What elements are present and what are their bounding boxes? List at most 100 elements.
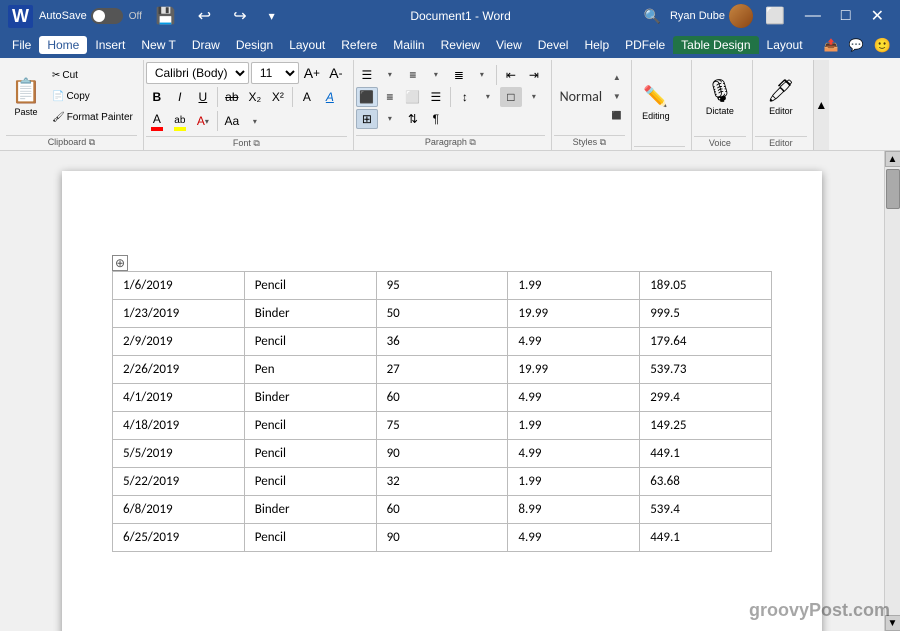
styles-label: Styles ⧉ bbox=[554, 135, 625, 148]
styles-expand-button[interactable]: ⬛ bbox=[610, 109, 624, 123]
table-row: 5/22/2019Pencil321.9963.68 bbox=[113, 468, 772, 496]
close-button[interactable]: ✕ bbox=[863, 4, 892, 28]
minimize-button[interactable]: — bbox=[797, 5, 829, 27]
align-left-button[interactable]: ⬛ bbox=[356, 87, 378, 107]
search-button[interactable]: 🔍 bbox=[639, 6, 666, 27]
menu-pdfflex[interactable]: PDFele bbox=[617, 36, 673, 54]
decrease-font-button[interactable]: A- bbox=[325, 62, 347, 84]
clear-format-button[interactable]: A bbox=[296, 86, 318, 108]
menu-design[interactable]: Design bbox=[228, 36, 281, 54]
line-spacing-button[interactable]: ↕ bbox=[454, 87, 476, 107]
customize-qat-button[interactable]: ▾ bbox=[261, 7, 283, 25]
menu-review[interactable]: Review bbox=[433, 36, 488, 54]
cut-button[interactable]: ✂ Cut bbox=[48, 65, 137, 85]
styles-expand-icon[interactable]: ⧉ bbox=[600, 137, 606, 147]
menu-file[interactable]: File bbox=[4, 36, 39, 54]
styles-up-button[interactable]: ▲ bbox=[610, 71, 624, 85]
table-cell: 27 bbox=[376, 356, 508, 384]
menu-home[interactable]: Home bbox=[39, 36, 87, 54]
bold-button[interactable]: B bbox=[146, 86, 168, 108]
bullets-button[interactable]: ☰ bbox=[356, 65, 378, 85]
ribbon-group-editor: 🖊 Editor Editor bbox=[753, 60, 813, 150]
ribbon-collapse-button[interactable]: ▲ bbox=[813, 60, 829, 150]
menu-draw[interactable]: Draw bbox=[184, 36, 228, 54]
menu-table-layout[interactable]: Layout bbox=[759, 36, 811, 54]
dictate-button[interactable]: 🎙 Dictate bbox=[694, 71, 746, 123]
line-spacing-dropdown[interactable]: ▾ bbox=[477, 87, 499, 107]
clipboard-expand-icon[interactable]: ⧉ bbox=[89, 137, 95, 147]
menu-help[interactable]: Help bbox=[576, 36, 617, 54]
editor-button[interactable]: 🖊 Editor bbox=[755, 71, 807, 123]
multilevel-button[interactable]: ≣ bbox=[448, 65, 470, 85]
table-move-handle[interactable]: ⊕ bbox=[112, 255, 128, 271]
table-cell: 1.99 bbox=[508, 412, 640, 440]
italic-button[interactable]: I bbox=[169, 86, 191, 108]
font-name-dropdown[interactable]: Calibri (Body) bbox=[146, 62, 249, 84]
increase-indent-button[interactable]: ⇥ bbox=[523, 65, 545, 85]
font-name-row: Calibri (Body) 11 A+ A- bbox=[146, 62, 347, 84]
ribbon-display-button[interactable]: ⬜ bbox=[757, 4, 793, 28]
decrease-indent-button[interactable]: ⇤ bbox=[500, 65, 522, 85]
change-case-dropdown[interactable]: ▾ bbox=[244, 110, 266, 132]
save-button[interactable]: 💾 bbox=[148, 4, 184, 28]
subscript-button[interactable]: X₂ bbox=[244, 86, 266, 108]
text-color2-button[interactable]: A ▾ bbox=[192, 110, 214, 132]
strikethrough-button[interactable]: ab bbox=[221, 86, 243, 108]
align-center-button[interactable]: ≡ bbox=[379, 87, 401, 107]
underline-button[interactable]: U bbox=[192, 86, 214, 108]
change-case-button[interactable]: Aa bbox=[221, 110, 243, 132]
numbering-button[interactable]: ≡ bbox=[402, 65, 424, 85]
format-painter-button[interactable]: 🖌 Format Painter bbox=[48, 108, 137, 128]
increase-font-button[interactable]: A+ bbox=[301, 62, 323, 84]
table-cell: Pencil bbox=[244, 412, 376, 440]
font-color-button[interactable]: A bbox=[146, 110, 168, 132]
autosave-toggle[interactable] bbox=[91, 8, 123, 24]
menu-developer[interactable]: Devel bbox=[530, 36, 577, 54]
comments-button[interactable]: 💬 bbox=[844, 36, 869, 54]
align-right-button[interactable]: ⬜ bbox=[402, 87, 424, 107]
text-effects-button[interactable]: A bbox=[319, 86, 341, 108]
justify-button[interactable]: ☰ bbox=[425, 87, 447, 107]
styles-normal-button[interactable]: Normal bbox=[554, 71, 608, 123]
menu-layout-page[interactable]: Layout bbox=[281, 36, 333, 54]
redo-button[interactable]: ↪ bbox=[225, 4, 254, 28]
shading-dropdown[interactable]: ▾ bbox=[523, 87, 545, 107]
highlight-color-button[interactable]: ab bbox=[169, 110, 191, 132]
paragraph-expand-icon[interactable]: ⧉ bbox=[469, 137, 475, 147]
show-formatting-button[interactable]: ¶ bbox=[425, 109, 447, 129]
share-button[interactable]: 📤 bbox=[819, 36, 844, 54]
editing-button[interactable]: ✏️ Editing bbox=[634, 76, 678, 128]
table-cell: 95 bbox=[376, 272, 508, 300]
font-expand-icon[interactable]: ⧉ bbox=[253, 138, 259, 148]
microphone-icon: 🎙 bbox=[706, 78, 734, 104]
emoji-button[interactable]: 🙂 bbox=[869, 35, 896, 56]
menu-insert[interactable]: Insert bbox=[87, 36, 133, 54]
menu-newt[interactable]: New T bbox=[133, 36, 183, 54]
scroll-up-button[interactable]: ▲ bbox=[885, 151, 900, 167]
table-cell: 90 bbox=[376, 440, 508, 468]
font-size-dropdown[interactable]: 11 bbox=[251, 62, 299, 84]
menu-references[interactable]: Refere bbox=[333, 36, 385, 54]
shading-button[interactable]: □ bbox=[500, 87, 522, 107]
table-cell: 75 bbox=[376, 412, 508, 440]
paste-button[interactable]: 📋 Paste bbox=[6, 65, 46, 129]
styles-down-button[interactable]: ▼ bbox=[610, 90, 624, 104]
numbering-dropdown[interactable]: ▾ bbox=[425, 65, 447, 85]
chevron-down-icon: ▾ bbox=[205, 117, 209, 126]
clipboard-small-group: ✂ Cut 📄 Copy 🖌 Format Painter bbox=[48, 65, 137, 129]
undo-button[interactable]: ↩ bbox=[190, 4, 219, 28]
menu-mailings[interactable]: Mailin bbox=[385, 36, 432, 54]
scroll-thumb[interactable] bbox=[886, 169, 900, 209]
borders-dropdown[interactable]: ▾ bbox=[379, 109, 401, 129]
menu-view[interactable]: View bbox=[488, 36, 530, 54]
menu-table-design[interactable]: Table Design bbox=[673, 36, 758, 54]
bullets-dropdown[interactable]: ▾ bbox=[379, 65, 401, 85]
table-cell: 60 bbox=[376, 496, 508, 524]
superscript-button[interactable]: X² bbox=[267, 86, 289, 108]
copy-button[interactable]: 📄 Copy bbox=[48, 86, 137, 106]
multilevel-dropdown[interactable]: ▾ bbox=[471, 65, 493, 85]
maximize-button[interactable]: □ bbox=[833, 5, 859, 27]
sort-button[interactable]: ⇅ bbox=[402, 109, 424, 129]
scroll-down-button[interactable]: ▼ bbox=[885, 615, 900, 631]
borders-button[interactable]: ⊞ bbox=[356, 109, 378, 129]
